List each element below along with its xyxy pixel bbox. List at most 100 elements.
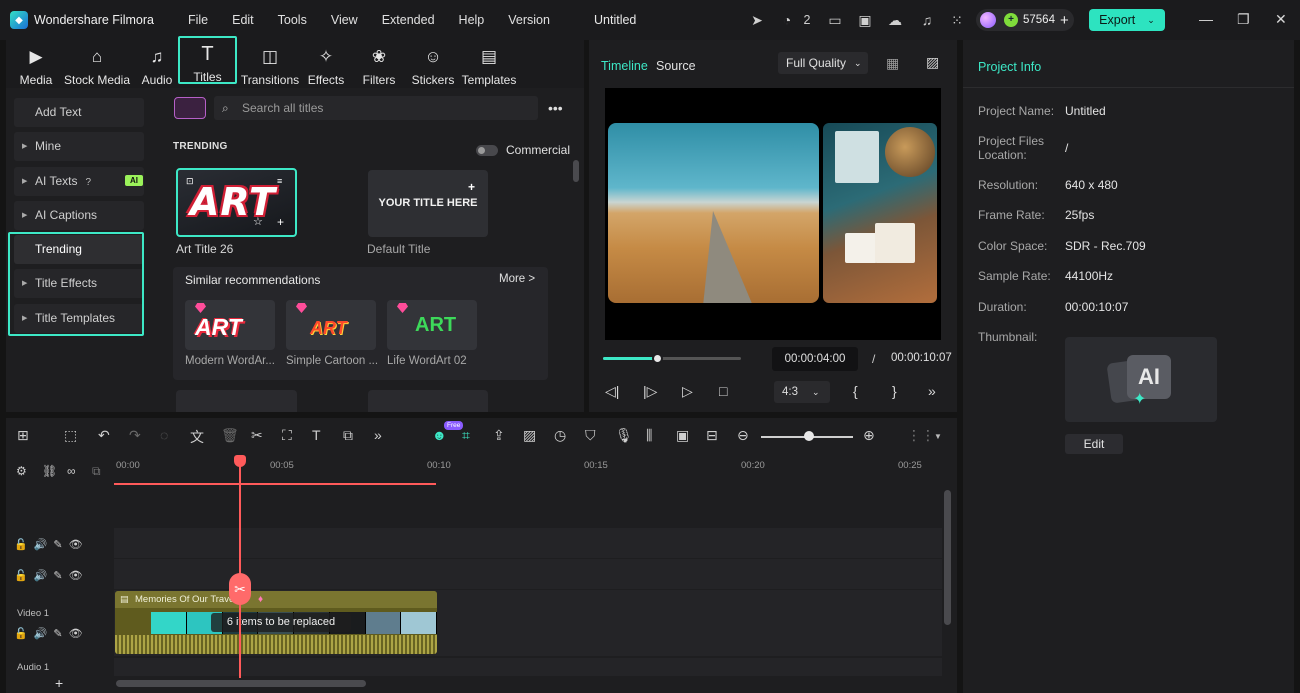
undo-icon[interactable]: ↶ [98,427,110,444]
text-tool-icon[interactable]: T [312,427,321,443]
menu-extended[interactable]: Extended [382,13,435,27]
microphone-icon[interactable]: 🎙 [615,427,633,444]
image-adjust-icon[interactable]: ▨ [523,427,536,444]
zoom-in-icon[interactable]: ⊕ [863,427,875,444]
split-scissors-icon[interactable]: ✂ [251,427,263,444]
play-icon[interactable]: ▷ [682,383,693,400]
close-icon[interactable]: ✕ [1275,11,1287,28]
similar-thumb-simple-cartoon[interactable]: ART [286,300,376,350]
menu-help[interactable]: Help [459,13,485,27]
apps-grid-icon[interactable]: ⁙ [948,11,966,29]
work-area-range[interactable] [114,483,436,485]
shield-icon[interactable]: ⛉ [585,427,596,444]
mark-out-icon[interactable]: } [892,383,897,399]
grid-view-icon[interactable]: ▦ [886,55,899,72]
timeline-horizontal-scrollbar[interactable] [116,680,366,687]
mark-in-icon[interactable]: { [853,383,858,399]
caret-down-icon[interactable]: ▼ [934,432,942,441]
category-add-text[interactable]: Add Text [14,98,144,127]
more-options-icon[interactable]: ••• [548,100,563,116]
seekbar-knob[interactable] [651,353,663,364]
menu-file[interactable]: File [188,13,208,27]
delete-icon[interactable]: 🗑 [221,427,239,444]
more-controls-icon[interactable]: » [928,383,936,399]
track-controls[interactable]: 🔓🔊✎👁 [14,627,89,640]
headset-icon[interactable]: ♫ [918,11,936,29]
tab-filters[interactable]: ❀ Filters [356,44,402,87]
restore-icon[interactable]: ❐ [1237,11,1250,28]
track-controls[interactable]: 🔓🔊✎👁 [14,569,89,582]
split-scissors-icon[interactable]: ✂ [229,573,251,605]
playhead-handle[interactable] [234,455,246,467]
minimize-icon[interactable]: — [1199,11,1213,27]
aspect-ratio-select[interactable]: 4:3 ⌄ [774,381,830,403]
title-thumb-partial[interactable] [176,390,297,412]
menu-view[interactable]: View [331,13,358,27]
zoom-out-icon[interactable]: ⊖ [737,427,749,444]
settings-icon[interactable]: ⚙ [16,464,27,478]
title-thumb-default-title[interactable]: YOUR TITLE HERE + [368,170,488,237]
more-link[interactable]: More > [499,273,535,285]
save-icon[interactable]: ▣ [856,11,874,29]
similar-thumb-modern-wordart[interactable]: ART [185,300,275,350]
auto-sync-icon[interactable]: ⌗ [462,427,470,444]
ai-mate-icon[interactable]: ☻ [432,427,447,443]
menu-edit[interactable]: Edit [232,13,254,27]
search-input[interactable]: ⌕ Search all titles [214,96,538,120]
tab-transitions[interactable]: ◫ Transitions [240,44,300,87]
tab-templates[interactable]: ▤ Templates [461,44,517,87]
export-clip-icon[interactable]: ⇪ [493,427,505,444]
unlink-icon[interactable]: ⛓ [42,464,57,478]
similar-thumb-life-wordart[interactable]: ART [387,300,477,350]
tab-stickers[interactable]: ☺ Stickers [408,44,458,87]
title-thumb-art-title-26[interactable]: ART ⊡ ≡ ☆ + [176,168,297,237]
add-plus-icon[interactable]: + [468,154,475,221]
zoom-slider-knob[interactable] [804,431,814,441]
audio-mixer-icon[interactable]: ⫼ [646,427,652,444]
playhead-line[interactable] [239,458,241,678]
replace-clip-icon[interactable]: ⊟ [706,427,718,444]
speed-icon[interactable]: ◷ [554,427,566,444]
menu-tools[interactable]: Tools [278,13,307,27]
previous-frame-icon[interactable]: ◁| [605,383,619,400]
track-controls[interactable]: 🔓🔊✎👁 [14,538,89,551]
stop-icon[interactable]: □ [719,383,727,399]
title-thumb-partial[interactable] [368,390,488,412]
playback-seekbar[interactable] [603,353,741,364]
snapshot-image-icon[interactable]: ▨ [926,54,939,71]
preview-canvas[interactable] [605,88,941,340]
cloud-upload-icon[interactable]: ☁ [886,11,904,29]
select-arrow-icon[interactable]: ⬚ [64,427,77,444]
add-plus-icon[interactable]: + [277,215,284,229]
tab-media[interactable]: ▶ Media [14,44,58,87]
link-icon[interactable]: ∞ [67,464,76,478]
render-preview-icon[interactable]: ▣ [676,427,689,444]
tab-source[interactable]: Source [656,59,696,73]
send-icon[interactable]: ➤ [748,11,766,29]
category-ai-captions[interactable]: ▶ AI Captions [14,201,144,230]
add-track-button[interactable]: + [55,675,63,691]
tab-stock-media[interactable]: ⌂ Stock Media [62,44,132,87]
group-icon[interactable]: ⧉ [92,464,101,479]
library-scrollbar[interactable] [573,160,579,182]
tab-audio[interactable]: ♫ Audio [136,44,178,87]
quality-select[interactable]: Full Quality ⌄ [778,52,868,74]
timeline-vertical-scrollbar[interactable] [944,490,951,625]
commercial-toggle[interactable] [476,145,498,156]
title-style-button[interactable] [174,97,206,119]
shape-icon[interactable]: ⧉ [343,427,353,444]
credits-badge[interactable]: + 57564 + [976,9,1074,31]
tab-timeline[interactable]: Timeline [601,59,648,73]
export-button[interactable]: Export ⌄ [1089,9,1165,31]
favorite-star-icon[interactable]: ☆ [253,215,263,228]
tab-effects[interactable]: ✧ Effects [303,44,349,87]
template-clip[interactable]: ▤ Memories Of Our Trave ♦ 6 items to be … [115,591,437,654]
more-tools-icon[interactable]: » [374,427,382,443]
track-layout-icon[interactable]: ⋮⋮ [907,427,935,444]
next-frame-icon[interactable]: |▷ [643,383,657,400]
tab-titles[interactable]: T Titles [178,36,237,84]
layout-grid-icon[interactable]: ⊞ [17,427,29,444]
category-mine[interactable]: ▶ Mine [14,132,144,161]
redo-icon[interactable]: ↷ [129,427,141,444]
ai-translate-icon[interactable]: 文 [190,427,204,447]
